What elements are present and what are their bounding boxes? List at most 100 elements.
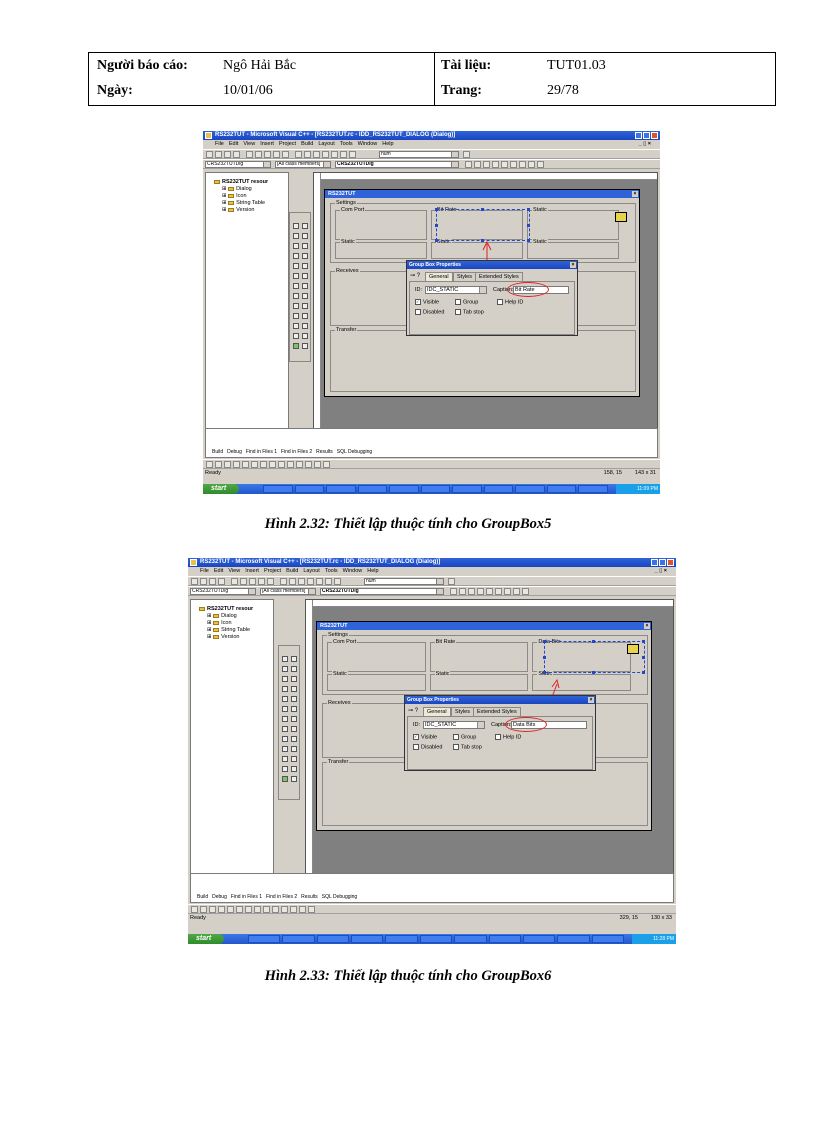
layout-button[interactable]: [245, 906, 252, 913]
control-tool-icon[interactable]: [282, 716, 288, 722]
resize-handle[interactable]: [527, 239, 530, 242]
control-tool-icon[interactable]: [293, 293, 299, 299]
menu-layout[interactable]: Layout: [303, 568, 320, 574]
dropdown-arrow-icon[interactable]: [308, 589, 315, 594]
control-tool-icon[interactable]: [291, 746, 297, 752]
group-checkbox-box[interactable]: [453, 734, 459, 740]
wizard-button[interactable]: [510, 161, 517, 168]
control-tool-icon[interactable]: [282, 766, 288, 772]
control-tool-icon[interactable]: [282, 756, 288, 762]
find-button[interactable]: [448, 578, 455, 585]
layout-button[interactable]: [251, 461, 258, 468]
transfer-groupbox[interactable]: Transfer: [322, 759, 648, 826]
wizard-button[interactable]: [450, 588, 457, 595]
control-tool-icon[interactable]: [291, 696, 297, 702]
tab-stop-checkbox-box[interactable]: [455, 309, 461, 315]
toolbar-button[interactable]: [280, 578, 287, 585]
taskbar-item[interactable]: [389, 485, 419, 493]
control-tool-icon[interactable]: [282, 776, 288, 782]
taskbar-item[interactable]: [351, 935, 384, 943]
filter-combo[interactable]: [All class members]: [260, 588, 316, 595]
control-tool-icon[interactable]: [291, 726, 297, 732]
group-checkbox[interactable]: Group: [455, 299, 478, 305]
resize-handle[interactable]: [527, 223, 530, 227]
class-combo[interactable]: CRS232TUTDlg: [205, 161, 271, 168]
toolbar-button[interactable]: [233, 151, 240, 158]
layout-button[interactable]: [200, 906, 207, 913]
control-tool-icon[interactable]: [293, 233, 299, 239]
toolbar-button[interactable]: [307, 578, 314, 585]
output-tab[interactable]: Find in Files 2: [266, 894, 297, 900]
toolbar-button[interactable]: [340, 151, 347, 158]
control-tool-icon[interactable]: [302, 273, 308, 279]
menu-project[interactable]: Project: [264, 568, 281, 574]
control-tool-icon[interactable]: [282, 686, 288, 692]
groupbox-static-left[interactable]: Static: [335, 239, 427, 259]
control-tool-icon[interactable]: [282, 696, 288, 702]
toolbar-button[interactable]: [322, 151, 329, 158]
pin-icon[interactable]: ⊸ ?: [408, 707, 418, 714]
output-tab[interactable]: Find in Files 2: [281, 449, 312, 455]
toolbar-button[interactable]: [240, 578, 247, 585]
control-tool-icon[interactable]: [293, 273, 299, 279]
dropdown-arrow-icon[interactable]: [451, 152, 458, 157]
control-tool-icon[interactable]: [293, 323, 299, 329]
help-id-checkbox[interactable]: Help ID: [497, 299, 523, 305]
toolbar-button[interactable]: [255, 151, 262, 158]
tab-stop-checkbox[interactable]: Tab stop: [455, 309, 484, 315]
member-combo[interactable]: CRS232TUTDlg: [335, 161, 459, 168]
disabled-checkbox[interactable]: Disabled: [413, 744, 442, 750]
control-tool-icon[interactable]: [291, 766, 297, 772]
filter-combo[interactable]: [All class members]: [275, 161, 331, 168]
menu-help[interactable]: Help: [382, 141, 393, 147]
taskbar-item[interactable]: [452, 485, 482, 493]
wizard-button[interactable]: [465, 161, 472, 168]
toolbar-button[interactable]: [267, 578, 274, 585]
resize-handle[interactable]: [543, 655, 546, 659]
control-tool-icon[interactable]: [302, 313, 308, 319]
help-id-checkbox-box[interactable]: [497, 299, 503, 305]
control-tool-icon[interactable]: [291, 776, 297, 782]
control-tool-icon[interactable]: [302, 283, 308, 289]
toolbar-button[interactable]: [206, 151, 213, 158]
taskbar-item[interactable]: [488, 935, 521, 943]
taskbar-item[interactable]: [546, 485, 577, 493]
taskbar-item[interactable]: [557, 935, 590, 943]
menu-tools[interactable]: Tools: [325, 568, 338, 574]
control-tool-icon[interactable]: [293, 283, 299, 289]
tree-item[interactable]: ⊞ Dialog: [222, 186, 252, 192]
control-tool-icon[interactable]: [282, 726, 288, 732]
resize-handle[interactable]: [641, 640, 645, 643]
transfer-groupbox[interactable]: Transfer: [330, 327, 636, 392]
tab-stop-checkbox[interactable]: Tab stop: [453, 744, 482, 750]
taskbar-item[interactable]: [385, 935, 418, 943]
control-tool-icon[interactable]: [293, 253, 299, 259]
layout-button[interactable]: [209, 906, 216, 913]
resize-handle[interactable]: [435, 239, 438, 242]
properties-close-icon[interactable]: ×: [570, 262, 576, 268]
control-tool-icon[interactable]: [302, 343, 308, 349]
dropdown-arrow-icon[interactable]: [479, 287, 486, 293]
resize-handle[interactable]: [435, 208, 438, 211]
close-button[interactable]: [667, 559, 674, 566]
control-tool-icon[interactable]: [293, 313, 299, 319]
layout-button[interactable]: [236, 906, 243, 913]
maximize-button[interactable]: [659, 559, 666, 566]
control-tool-icon[interactable]: [291, 756, 297, 762]
taskbar-item[interactable]: [263, 485, 293, 493]
groupbox-static-mid[interactable]: Static: [431, 239, 523, 259]
find-combo[interactable]: num: [379, 151, 459, 158]
toolbar-button[interactable]: [334, 578, 341, 585]
wizard-button[interactable]: [528, 161, 535, 168]
visible-checkbox-box[interactable]: ✓: [415, 299, 421, 305]
taskbar-item[interactable]: [294, 485, 325, 493]
taskbar-item[interactable]: [454, 935, 487, 943]
control-tool-icon[interactable]: [302, 303, 308, 309]
pin-icon[interactable]: ⊸ ?: [410, 272, 420, 279]
class-combo[interactable]: CRS232TUTDlg: [190, 588, 256, 595]
dropdown-arrow-icon[interactable]: [477, 722, 484, 728]
menu-window[interactable]: Window: [358, 141, 378, 147]
start-button[interactable]: start: [203, 484, 239, 494]
dropdown-arrow-icon[interactable]: [451, 162, 458, 167]
control-tool-icon[interactable]: [293, 343, 299, 349]
